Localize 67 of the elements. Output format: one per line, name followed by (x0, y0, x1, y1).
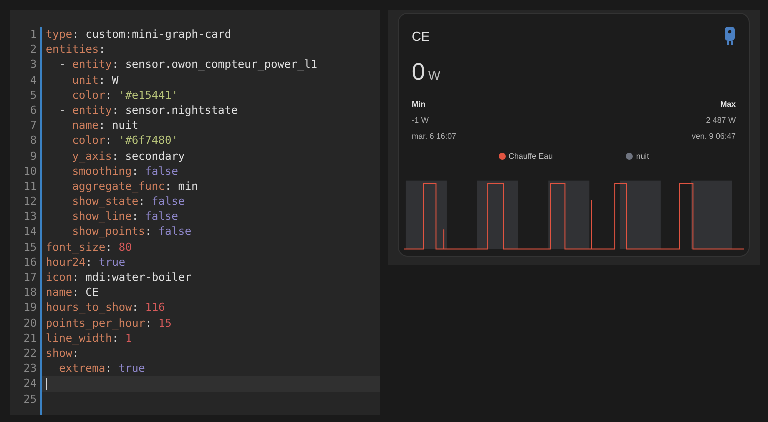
line-number: 16 (24, 254, 37, 270)
text-cursor (46, 378, 47, 390)
line-number: 14 (24, 224, 37, 240)
line-number: 17 (24, 270, 37, 286)
line-number: 19 (24, 300, 37, 316)
line-number: 12 (24, 194, 37, 210)
night-band (691, 180, 732, 250)
code-line: y_axis: secondary (71, 148, 186, 164)
code-line: entities: (45, 42, 107, 58)
line-number: 8 (30, 133, 37, 148)
code-line: smoothing: false (71, 164, 180, 179)
code-line: show_points: false (71, 224, 193, 240)
code-line: show: (45, 346, 80, 362)
code-line: hour24: true (45, 254, 126, 270)
line-number: 18 (24, 285, 37, 300)
code-line: - entity: sensor.nightstate (58, 102, 240, 118)
night-band (477, 180, 518, 250)
line-number: 1 (30, 27, 37, 42)
line-number: 4 (30, 72, 37, 88)
line-number: 21 (24, 330, 37, 346)
code-line: show_line: false (71, 209, 180, 224)
line-number: 2 (30, 42, 37, 58)
state-unit: W (428, 66, 441, 84)
code-line: color: '#e15441' (71, 88, 180, 103)
max-label: Max (720, 98, 736, 110)
code-line: show_state: false (71, 194, 186, 210)
legend-label: Chauffe Eau (508, 150, 554, 162)
code-line: name: CE (45, 285, 100, 300)
water-heater-icon (724, 27, 736, 45)
line-number: 7 (30, 118, 37, 134)
line-number: 23 (24, 361, 37, 376)
line-number: 15 (24, 240, 37, 255)
line-number: 11 (24, 178, 37, 194)
night-band (620, 180, 661, 250)
code-line: extrema: true (58, 361, 146, 376)
code-line: font_size: 80 (45, 240, 134, 255)
line-number: 25 (24, 392, 37, 407)
code-line: aggregate_func: min (71, 178, 200, 194)
code-line: icon: mdi:water-boiler (45, 270, 193, 286)
code-line: type: custom:mini-graph-card (45, 27, 232, 42)
line-number: 10 (24, 164, 37, 179)
line-number: 9 (30, 148, 37, 164)
max-time: ven. 9 06:47 (692, 130, 736, 142)
legend-label: nuit (636, 150, 650, 162)
state-value: 0 (412, 58, 426, 88)
code-line: points_per_hour: 15 (45, 316, 173, 331)
line-number: 20 (24, 316, 37, 331)
code-line: color: '#6f7480' (71, 133, 180, 148)
line-number: 13 (24, 209, 37, 224)
min-value: -1 W (412, 114, 430, 126)
code-line: unit: W (71, 72, 120, 88)
line-number: 3 (30, 57, 37, 73)
code-line: - entity: sensor.owon_compteur_power_l1 (58, 57, 318, 73)
code-line: hours_to_show: 116 (45, 300, 166, 316)
line-number: 24 (24, 376, 37, 392)
night-band (548, 180, 590, 250)
night-band (406, 180, 447, 250)
code-line: name: nuit (71, 118, 140, 134)
card-title: CE (412, 28, 430, 46)
min-time: mar. 6 16:07 (412, 130, 456, 142)
code-editor[interactable] (10, 10, 380, 415)
line-number: 6 (30, 102, 37, 118)
line-number: 5 (30, 88, 37, 103)
max-value: 2 487 W (706, 114, 736, 126)
code-line: line_width: 1 (45, 330, 134, 346)
line-number: 22 (24, 346, 37, 362)
min-label: Min (412, 98, 427, 110)
